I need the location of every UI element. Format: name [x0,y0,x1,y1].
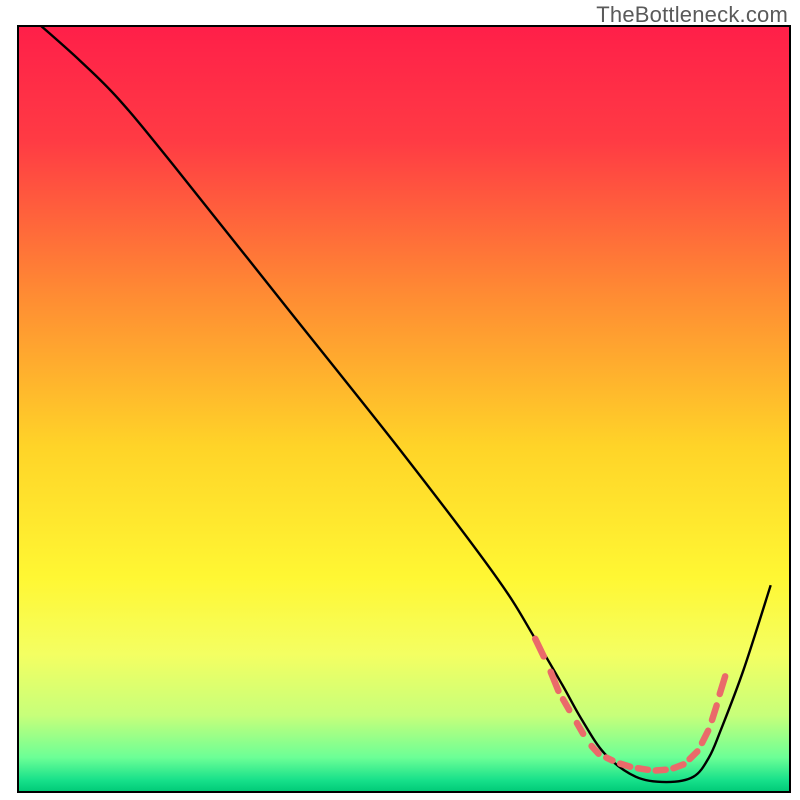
trough-dash [673,764,683,768]
trough-dash [638,768,648,770]
bottleneck-chart [0,0,800,800]
trough-dash [606,758,612,761]
trough-dash [712,705,717,720]
chart-stage: TheBottleneck.com [0,0,800,800]
trough-dash [620,764,630,767]
trough-dash [656,770,666,771]
gradient-background [18,26,790,792]
watermark-text: TheBottleneck.com [596,2,788,28]
